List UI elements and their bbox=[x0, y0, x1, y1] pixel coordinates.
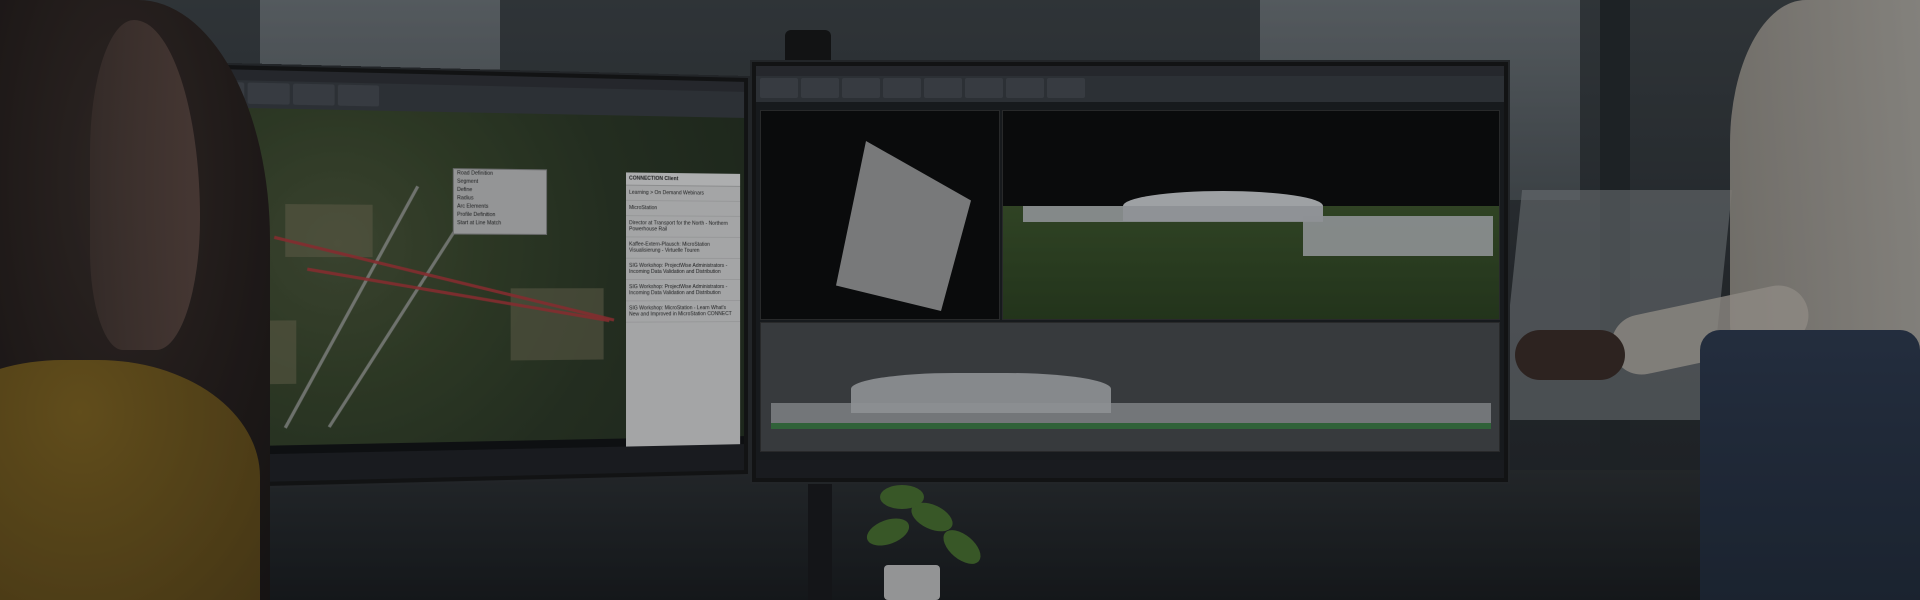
ribbon-group[interactable] bbox=[1047, 78, 1085, 98]
panel-breadcrumb[interactable]: Learning > On Demand Webinars bbox=[626, 185, 741, 202]
right-monitor bbox=[752, 62, 1508, 482]
right-screen bbox=[756, 66, 1504, 478]
webinar-item[interactable]: SIG Workshop: ProjectWise Administrators… bbox=[626, 280, 741, 302]
ribbon-group[interactable] bbox=[965, 78, 1003, 98]
yellow-sweater bbox=[0, 360, 260, 600]
ground-line bbox=[771, 423, 1491, 429]
hand bbox=[1515, 330, 1625, 380]
ribbon-group[interactable] bbox=[247, 82, 290, 105]
face bbox=[90, 20, 200, 350]
webinar-item[interactable]: SIG Workshop: MicroStation - Learn What'… bbox=[626, 301, 741, 323]
dialog-checkbox[interactable]: Start at Line Match bbox=[454, 219, 546, 228]
ribbon-group[interactable] bbox=[801, 78, 839, 98]
panel-filter-select[interactable]: MicroStation bbox=[626, 200, 741, 217]
road-definition-dialog[interactable]: Road Definition Segment Define Radius Ar… bbox=[452, 168, 548, 235]
ribbon-group[interactable] bbox=[292, 83, 335, 106]
ribbon-toolbar bbox=[756, 76, 1504, 102]
webinar-item[interactable]: Kaffee-Extern-Plausch: MicroStation Visu… bbox=[626, 237, 741, 259]
status-bar bbox=[756, 460, 1504, 478]
title-bar bbox=[756, 66, 1504, 76]
building-row bbox=[771, 403, 1491, 423]
office-photo: Road Definition Segment Define Radius Ar… bbox=[0, 0, 1920, 600]
ribbon-group[interactable] bbox=[1006, 78, 1044, 98]
building bbox=[1023, 206, 1323, 222]
site-plan bbox=[836, 141, 971, 311]
plant-leaf bbox=[880, 485, 924, 509]
ribbon-group[interactable] bbox=[924, 78, 962, 98]
webinar-item[interactable]: SIG Workshop: ProjectWise Administrators… bbox=[626, 258, 741, 281]
person-right bbox=[1515, 0, 1920, 600]
monitor-stand bbox=[808, 474, 832, 600]
person-left bbox=[0, 0, 270, 600]
webinar-item[interactable]: Director at Transport for the North - No… bbox=[626, 216, 741, 238]
elevation-view[interactable] bbox=[760, 322, 1500, 452]
ribbon-group[interactable] bbox=[337, 84, 380, 107]
connection-client-panel[interactable]: CONNECTION Client Learning > On Demand W… bbox=[626, 172, 741, 478]
plant-pot bbox=[884, 565, 940, 600]
perspective-view[interactable] bbox=[1002, 110, 1500, 320]
jeans bbox=[1700, 330, 1920, 600]
plan-view[interactable] bbox=[760, 110, 1000, 320]
ribbon-group[interactable] bbox=[883, 78, 921, 98]
ribbon-group[interactable] bbox=[760, 78, 798, 98]
building bbox=[1303, 216, 1493, 256]
panel-header: CONNECTION Client bbox=[626, 172, 741, 187]
ribbon-group[interactable] bbox=[842, 78, 880, 98]
